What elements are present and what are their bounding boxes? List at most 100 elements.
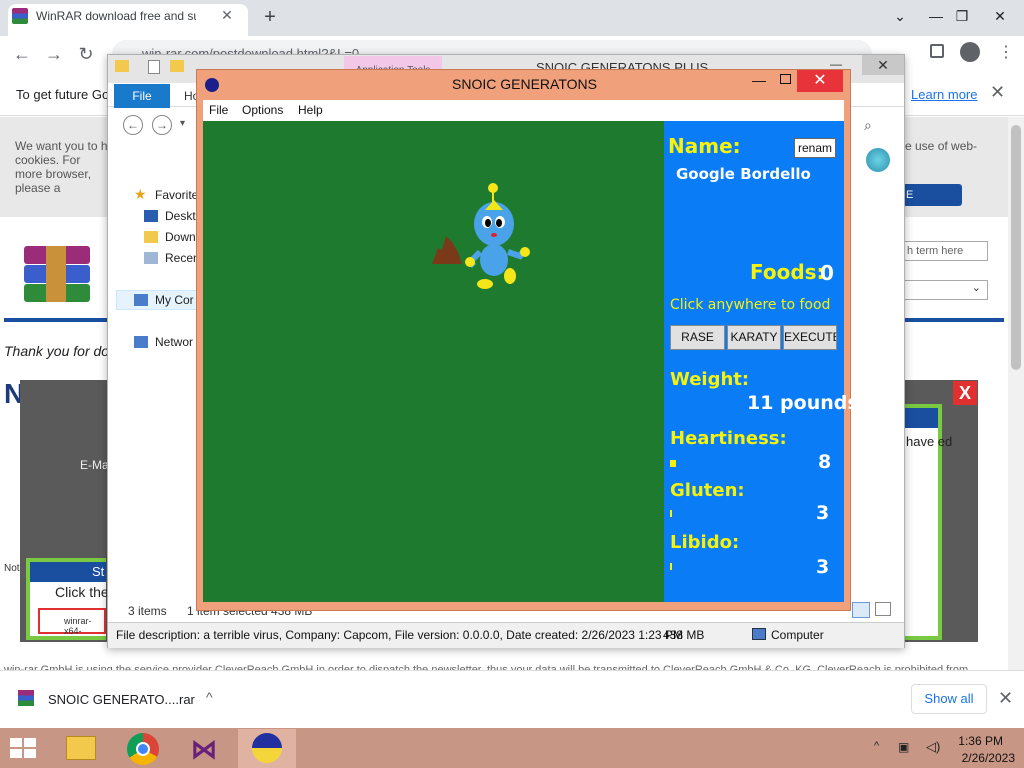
nav-item-desktop[interactable]: Deskt <box>165 209 196 223</box>
execute-button[interactable]: EXECUTE <box>783 325 837 350</box>
creature-mouth <box>491 233 497 237</box>
new-tab-button[interactable]: + <box>258 6 282 30</box>
weight-label: Weight: <box>670 369 750 390</box>
rase-button[interactable]: RASE <box>670 325 725 350</box>
nav-item-my-computer[interactable]: My Cor <box>155 293 194 307</box>
large-icons-view-icon[interactable] <box>875 602 891 616</box>
profile-avatar-icon[interactable] <box>960 42 980 62</box>
gluten-bar <box>670 510 672 517</box>
browser-close-button[interactable]: ✕ <box>980 4 1020 28</box>
heartiness-bar <box>670 460 676 467</box>
creature-hand-right <box>520 247 530 257</box>
pet-name: Google Bordello <box>676 165 811 183</box>
game-close-button[interactable]: ✕ <box>797 70 843 92</box>
heartiness-label: Heartiness: <box>670 428 787 449</box>
winrar-logo-strap <box>46 246 66 302</box>
explorer-folder-icon <box>115 60 129 72</box>
file-explorer-icon[interactable] <box>66 736 96 760</box>
overlay-close-button[interactable]: X <box>953 381 977 405</box>
gluten-label: Gluten: <box>670 480 745 501</box>
browser-restore-button[interactable]: ❐ <box>942 4 982 28</box>
chrome-icon-center <box>136 742 150 756</box>
creature-body <box>480 244 508 276</box>
menu-options[interactable]: Options <box>242 103 283 117</box>
network-tray-icon[interactable]: ▣ <box>898 740 909 754</box>
explorer-properties-icon[interactable] <box>148 60 160 74</box>
explorer-file-tab[interactable]: File <box>114 84 170 108</box>
info-bar-close-icon[interactable]: ✕ <box>990 82 1005 103</box>
creature-foot-right <box>504 268 516 284</box>
popup-left-text: Click the <box>55 584 109 600</box>
nav-item-network[interactable]: Networ <box>155 335 193 349</box>
cookie-accept-button[interactable]: E <box>900 184 962 206</box>
visual-studio-icon[interactable]: ⋈ <box>189 735 219 763</box>
side-panel-icon[interactable] <box>930 44 944 58</box>
creature-sprite[interactable] <box>428 180 538 292</box>
volume-tray-icon[interactable]: ◁) <box>926 739 940 755</box>
winrar-favicon-icon <box>12 8 28 24</box>
foods-value: 0 <box>820 261 834 285</box>
explorer-search-icon[interactable]: ⌕ <box>864 117 872 134</box>
menu-help[interactable]: Help <box>298 103 323 117</box>
game-maximize-button[interactable] <box>780 74 791 84</box>
cookie-text-right: e use of web- <box>905 139 978 153</box>
download-item-chevron-icon[interactable]: ^ <box>206 689 213 705</box>
creature-pupil-right <box>496 219 502 227</box>
poop-icon <box>432 236 462 264</box>
file-details-text: File description: a terrible virus, Comp… <box>116 628 683 642</box>
explorer-forward-icon[interactable]: → <box>152 115 172 135</box>
learn-more-link[interactable]: Learn more <box>911 87 977 102</box>
nav-item-downloads[interactable]: Down <box>165 230 196 244</box>
shell-icon <box>866 148 890 172</box>
forward-arrow-icon[interactable]: → <box>40 40 68 68</box>
explorer-item-count: 3 items <box>128 604 167 618</box>
creature-antenna-ball <box>488 183 498 193</box>
creature-pupil-left <box>485 219 491 227</box>
nav-item-recent[interactable]: Recen <box>165 251 200 265</box>
details-view-icon[interactable] <box>852 602 870 618</box>
browser-tab-title: WinRAR download free and supp <box>36 9 196 23</box>
explorer-back-icon[interactable]: ← <box>123 115 143 135</box>
explorer-close-button[interactable]: ✕ <box>862 55 904 75</box>
menu-file[interactable]: File <box>209 103 228 117</box>
network-icon <box>134 336 148 348</box>
name-label: Name: <box>668 134 741 158</box>
weight-value: 11 pounds <box>747 392 859 414</box>
tab-search-chevron-icon[interactable]: ⌄ <box>880 4 920 28</box>
nav-item-favorites[interactable]: Favorite <box>155 188 198 202</box>
site-search-input[interactable]: h term here <box>902 241 988 261</box>
clock-time[interactable]: 1:36 PM <box>955 734 1003 748</box>
rename-button[interactable]: renam <box>794 138 836 158</box>
thanks-text: Thank you for do <box>4 343 110 359</box>
karaty-button[interactable]: KARATY <box>727 325 781 350</box>
popup-right-header <box>902 408 938 428</box>
reload-icon[interactable]: ↻ <box>72 40 100 68</box>
desktop-icon <box>144 210 158 222</box>
downloads-folder-icon <box>144 231 158 243</box>
feed-hint: Click anywhere to food <box>670 297 831 313</box>
stats-panel <box>664 121 844 602</box>
back-arrow-icon[interactable]: ← <box>8 40 36 68</box>
libido-bar <box>670 563 672 570</box>
explorer-new-folder-icon[interactable] <box>170 60 184 72</box>
explorer-recent-chevron-icon[interactable]: ▾ <box>180 118 185 129</box>
recent-places-icon <box>144 252 158 264</box>
show-all-button[interactable]: Show all <box>911 684 987 714</box>
download-item-name[interactable]: SNOIC GENERATO....rar <box>48 692 195 707</box>
tray-overflow-icon[interactable]: ^ <box>874 740 879 752</box>
windows-start-icon[interactable] <box>8 736 38 760</box>
foods-label: Foods: <box>750 260 825 284</box>
download-file-link[interactable]: winrar-x64- <box>38 608 106 636</box>
game-minimize-button[interactable]: — <box>752 72 766 88</box>
libido-label: Libido: <box>670 532 740 553</box>
browser-menu-icon[interactable]: ⋮ <box>998 42 1014 62</box>
creature-foot-left <box>477 279 493 289</box>
game-title: SNOIC GENERATONS <box>452 76 597 92</box>
downloads-bar-close-icon[interactable]: ✕ <box>998 688 1013 709</box>
site-language-select[interactable]: ⌄ <box>902 280 988 300</box>
cookie-text: We want you to h cookies. For more brows… <box>15 139 108 195</box>
page-scroll-thumb[interactable] <box>1011 125 1021 370</box>
computer-status-text: Computer <box>771 628 824 642</box>
tab-close-icon[interactable]: ✕ <box>218 6 236 24</box>
clock-date[interactable]: 2/26/2023 <box>955 751 1015 765</box>
